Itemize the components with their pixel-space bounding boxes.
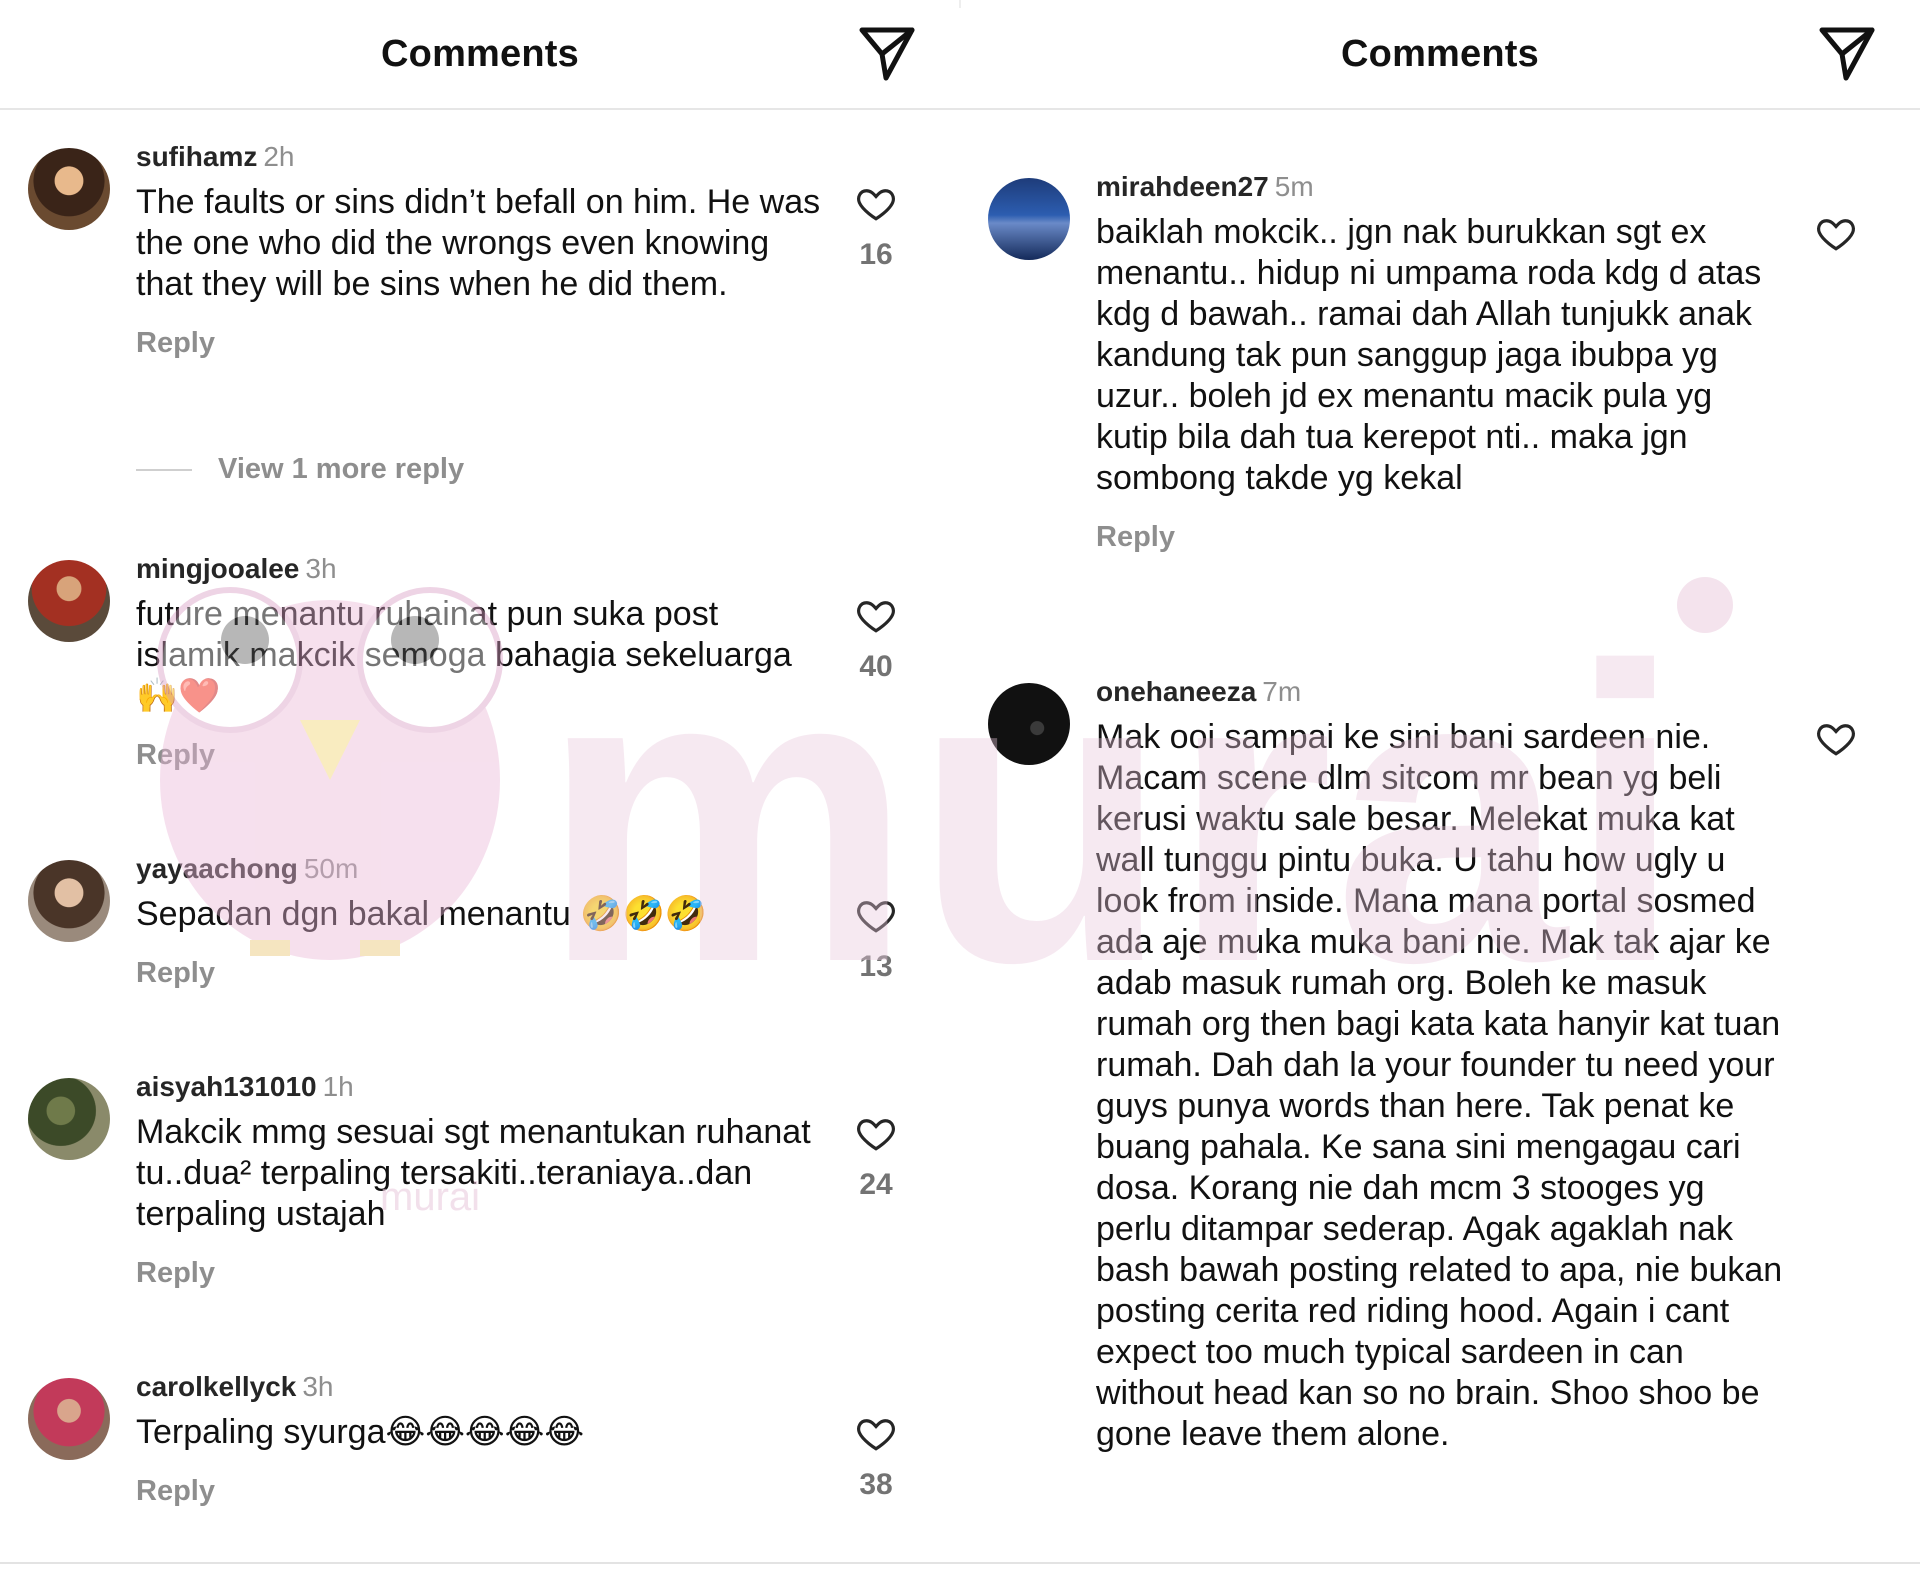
username[interactable]: carolkellyck (136, 1371, 296, 1402)
comment-text: future menantu ruhainat pun suka post is… (136, 595, 792, 715)
comment-text: Makcik mmg sesuai sgt menantukan ruhanat… (136, 1113, 811, 1233)
timestamp: 3h (302, 1371, 334, 1402)
like-count: 24 (859, 1168, 893, 1201)
comment-text: Mak ooi sampai ke sini bani sardeen nie.… (1096, 718, 1783, 1453)
username[interactable]: mirahdeen27 (1096, 171, 1269, 202)
heart-icon[interactable] (855, 594, 897, 636)
comments-panel-left: Comments sufihamz 2h The faults or sins d… (0, 0, 960, 1579)
panel-header: Comments (0, 0, 960, 110)
comment-text: Terpaling syurga😂😂😂😂😂 (136, 1413, 585, 1451)
like-group: 40 (826, 594, 926, 684)
like-count: 13 (859, 950, 893, 983)
like-group: 24 (826, 1112, 926, 1202)
timestamp: 1h (322, 1071, 354, 1102)
send-icon[interactable] (1816, 22, 1878, 84)
avatar[interactable] (28, 860, 110, 942)
like-group: 38 (826, 1412, 926, 1502)
comments-panel-right: Comments mirahdeen27 5m baiklah mokcik.. … (960, 0, 1920, 1579)
like-count: 40 (859, 650, 893, 683)
timestamp: 7m (1262, 676, 1302, 707)
avatar[interactable] (28, 560, 110, 642)
avatar[interactable] (28, 148, 110, 230)
panel-header: Comments (960, 0, 1920, 110)
comment-text: baiklah mokcik.. jgn nak burukkan sgt ex… (1096, 213, 1762, 497)
username[interactable]: aisyah131010 (136, 1071, 317, 1102)
avatar[interactable] (28, 1078, 110, 1160)
username[interactable]: mingjooalee (136, 553, 299, 584)
reply-button[interactable]: Reply (136, 957, 826, 990)
username[interactable]: onehaneeza (1096, 676, 1256, 707)
reply-button[interactable]: Reply (1096, 521, 1786, 554)
reply-button[interactable]: Reply (136, 1257, 826, 1290)
avatar[interactable] (28, 1378, 110, 1460)
heart-icon[interactable] (855, 894, 897, 936)
like-group (1786, 212, 1886, 254)
view-more-replies[interactable]: View 1 more reply (136, 453, 464, 486)
timestamp: 5m (1274, 171, 1314, 202)
reply-button[interactable]: Reply (136, 1475, 826, 1508)
page-title: Comments (1341, 32, 1539, 75)
username[interactable]: yayaachong (136, 853, 298, 884)
like-group: 13 (826, 894, 926, 984)
timestamp: 2h (263, 141, 295, 172)
heart-icon[interactable] (855, 1112, 897, 1154)
comment-text: Sepadan dgn bakal menantu 🤣🤣🤣 (136, 895, 708, 933)
timestamp: 3h (305, 553, 337, 584)
panel-separator (959, 0, 961, 8)
send-icon[interactable] (856, 22, 918, 84)
avatar[interactable] (988, 683, 1070, 765)
heart-icon[interactable] (855, 1412, 897, 1454)
like-count: 38 (859, 1468, 893, 1501)
divider-line (136, 468, 192, 471)
like-count: 16 (859, 238, 893, 271)
page-title: Comments (381, 32, 579, 75)
comment-text: The faults or sins didn’t befall on him.… (136, 183, 821, 303)
bottom-divider (0, 1562, 1920, 1564)
reply-button[interactable]: Reply (136, 327, 826, 360)
heart-icon[interactable] (1815, 717, 1857, 759)
like-group: 16 (826, 182, 926, 272)
avatar[interactable] (988, 178, 1070, 260)
heart-icon[interactable] (1815, 212, 1857, 254)
like-group (1786, 717, 1886, 759)
reply-button[interactable]: Reply (136, 739, 826, 772)
timestamp: 50m (303, 853, 359, 884)
heart-icon[interactable] (855, 182, 897, 224)
username[interactable]: sufihamz (136, 141, 257, 172)
view-more-label[interactable]: View 1 more reply (218, 453, 464, 486)
